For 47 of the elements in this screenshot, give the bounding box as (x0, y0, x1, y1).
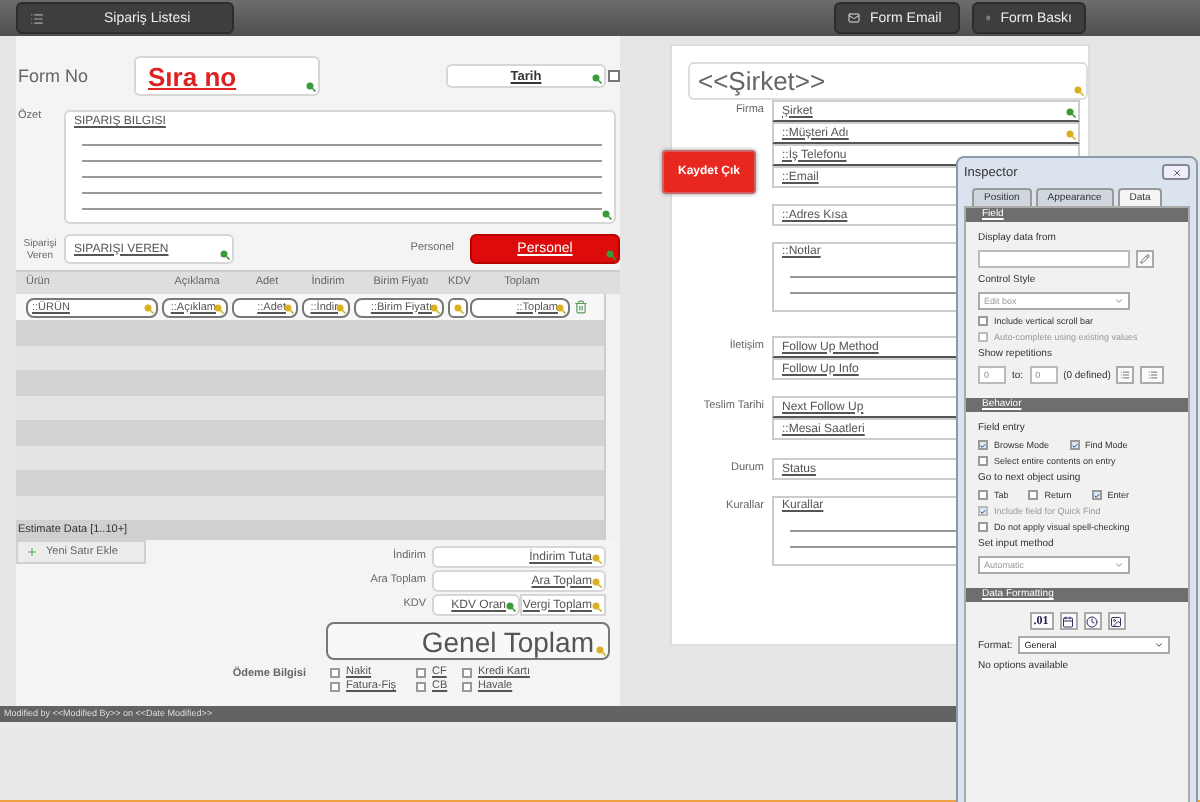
checkbox[interactable] (978, 456, 988, 466)
magnifier-badge-icon (592, 74, 602, 84)
checkbox[interactable] (978, 316, 988, 326)
checkbox[interactable] (1069, 440, 1080, 450)
close-button[interactable] (1162, 164, 1190, 180)
picture-icon (1110, 615, 1122, 627)
checkbox[interactable] (978, 522, 988, 532)
checkbox[interactable] (1028, 490, 1039, 500)
columns-button[interactable] (1140, 366, 1165, 384)
magnifier-badge-icon (1066, 108, 1076, 118)
checkbox[interactable] (416, 667, 426, 677)
trash-icon (574, 300, 588, 314)
checkbox[interactable] (462, 667, 472, 677)
envelope-icon (848, 12, 860, 24)
clock-icon (1086, 615, 1098, 627)
layout-field[interactable]: Sıra no (134, 56, 321, 96)
layout-field[interactable] (448, 297, 468, 317)
checkbox[interactable] (978, 440, 988, 450)
chevron-down-icon (1154, 640, 1165, 650)
magnifier-badge-icon (506, 602, 516, 612)
plus-icon (26, 546, 38, 558)
checkbox[interactable] (978, 490, 988, 500)
field-label: Form No (18, 65, 89, 87)
checkbox[interactable] (416, 681, 426, 691)
pencil-icon (1140, 254, 1150, 264)
layout-field[interactable]: <<Şirket>> (688, 62, 1088, 100)
checkbox[interactable] (330, 667, 340, 677)
text-input[interactable] (978, 250, 1130, 268)
calendar-button[interactable] (1059, 612, 1077, 630)
list-button[interactable] (1116, 366, 1135, 384)
list-icon (1147, 370, 1158, 380)
chevron-down-icon (1114, 296, 1124, 306)
checkbox[interactable] (330, 681, 340, 691)
checkbox[interactable] (462, 681, 472, 691)
picture-button[interactable] (1107, 612, 1125, 630)
layout-field[interactable]: Genel Toplam (326, 622, 610, 660)
list-icon (30, 11, 44, 25)
magnifier-badge-icon (220, 250, 230, 260)
chevron-down-icon (1114, 560, 1124, 570)
magnifier-badge-icon (306, 82, 317, 92)
scrollbar[interactable] (604, 294, 620, 540)
checkbox[interactable] (1091, 490, 1102, 500)
magnifier-badge-icon (602, 210, 612, 220)
clock-button[interactable] (1083, 612, 1101, 630)
pencil-button[interactable] (1136, 250, 1154, 268)
magnifier-badge-icon (606, 250, 616, 260)
list-icon (1120, 370, 1131, 380)
